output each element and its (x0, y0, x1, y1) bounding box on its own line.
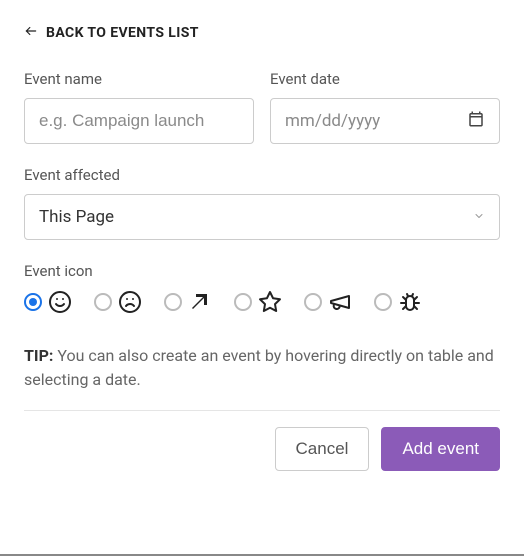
event-affected-value: This Page (39, 207, 114, 227)
event-name-input[interactable] (24, 98, 254, 144)
radio-input[interactable] (304, 293, 322, 311)
footer-actions: Cancel Add event (24, 427, 500, 471)
star-icon (258, 290, 282, 314)
back-link-label: BACK TO EVENTS LIST (46, 25, 199, 41)
frown-icon (118, 290, 142, 314)
cancel-button[interactable]: Cancel (275, 427, 370, 471)
bug-icon (398, 290, 422, 314)
tip-text: TIP: You can also create an event by hov… (24, 344, 500, 392)
event-date-label: Event date (270, 70, 500, 88)
calendar-icon (467, 110, 485, 133)
event-icon-label: Event icon (24, 262, 500, 280)
event-affected-label: Event affected (24, 166, 500, 184)
radio-input[interactable] (164, 293, 182, 311)
icon-option-smile[interactable] (24, 290, 72, 314)
event-icon-options (24, 290, 500, 314)
event-name-field: Event name (24, 70, 254, 144)
event-affected-select[interactable]: This Page (24, 194, 500, 240)
arrow-left-icon (24, 24, 38, 42)
radio-input[interactable] (94, 293, 112, 311)
back-to-events-link[interactable]: BACK TO EVENTS LIST (24, 24, 500, 42)
icon-option-star[interactable] (234, 290, 282, 314)
event-date-placeholder: mm/dd/yyyy (285, 111, 380, 131)
icon-option-megaphone[interactable] (304, 290, 352, 314)
radio-input[interactable] (234, 293, 252, 311)
event-name-label: Event name (24, 70, 254, 88)
footer-divider (24, 410, 500, 411)
radio-input[interactable] (24, 293, 42, 311)
megaphone-icon (328, 290, 352, 314)
event-date-input[interactable]: mm/dd/yyyy (270, 98, 500, 144)
tip-body: You can also create an event by hovering… (24, 346, 494, 389)
chevron-down-icon (473, 207, 485, 227)
smile-icon (48, 290, 72, 314)
arrow-up-right-icon (188, 290, 212, 314)
add-event-button[interactable]: Add event (381, 427, 500, 471)
event-affected-field: Event affected This Page (24, 166, 500, 240)
radio-input[interactable] (374, 293, 392, 311)
tip-prefix: TIP: (24, 346, 53, 365)
event-icon-field: Event icon (24, 262, 500, 314)
icon-option-arrow[interactable] (164, 290, 212, 314)
icon-option-frown[interactable] (94, 290, 142, 314)
icon-option-bug[interactable] (374, 290, 422, 314)
event-date-field: Event date mm/dd/yyyy (270, 70, 500, 144)
